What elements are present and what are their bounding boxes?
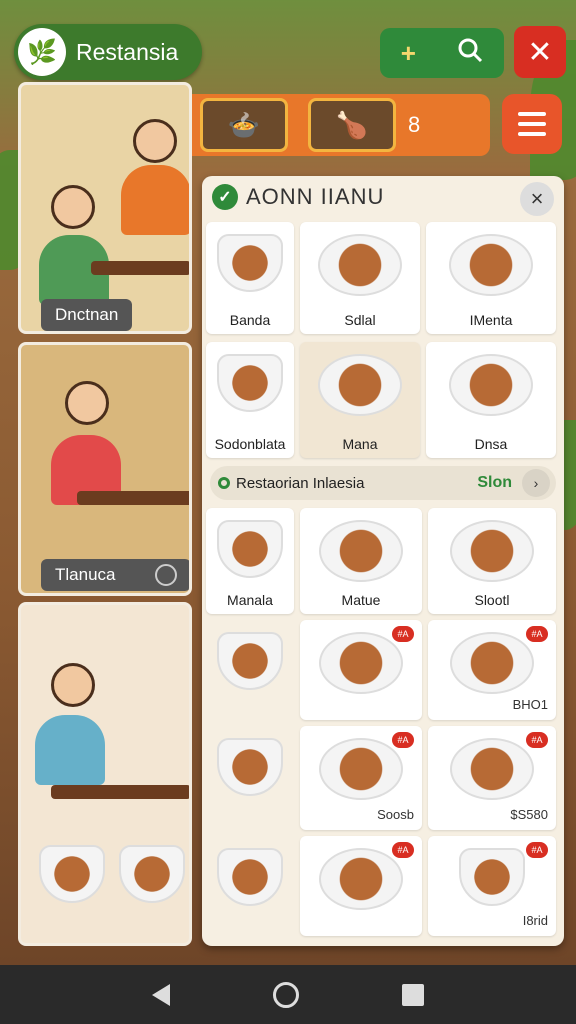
diner-figure xyxy=(35,715,105,785)
menu-item[interactable]: Manala xyxy=(206,508,294,614)
table xyxy=(91,261,189,275)
rice-bowl-icon xyxy=(217,848,283,906)
diner-head xyxy=(51,185,95,229)
restaurant-photo-1[interactable]: Dnctnan xyxy=(18,82,192,334)
rice-bowl-icon xyxy=(217,520,283,578)
fish-plate-icon xyxy=(450,632,534,694)
menu-item-label: Matue xyxy=(341,592,381,608)
clock-icon xyxy=(155,564,177,586)
menu-item-price: I8rid xyxy=(522,913,548,928)
promo-badge: #A xyxy=(526,842,548,858)
menu-item[interactable]: Banda xyxy=(206,222,294,334)
noodle-plate-icon xyxy=(318,354,402,416)
menu-item-label: Mana xyxy=(342,436,378,452)
promo-badge: #A xyxy=(392,626,414,642)
promo-badge: #A xyxy=(526,732,548,748)
sate-plate-icon xyxy=(319,632,403,694)
hamburger-icon[interactable] xyxy=(502,94,562,154)
menu-item-price: Soosb xyxy=(377,807,414,822)
section-header[interactable]: Restaorian Inlaesia Slon › xyxy=(210,466,556,500)
menu-item[interactable]: #A I8rid xyxy=(428,836,556,936)
menu-item-label: Sodonblata xyxy=(214,436,286,452)
fried-fish-icon xyxy=(449,234,533,296)
curry-plate-icon xyxy=(449,354,533,416)
menu-item[interactable]: #A BHO1 xyxy=(428,620,556,720)
menu-item-price: BHO1 xyxy=(512,697,548,712)
menu-item[interactable]: #A Soosb xyxy=(300,726,422,830)
photo-caption: Dnctnan xyxy=(41,299,133,331)
menu-item-label: Manala xyxy=(227,592,273,608)
home-icon[interactable] xyxy=(272,981,299,1008)
menu-item[interactable]: Matue xyxy=(300,508,422,614)
strip-thumb-2[interactable]: 🍗 xyxy=(308,98,396,152)
dish-strip: 🍲 🍗 8 xyxy=(166,94,490,156)
menu-item[interactable]: #A xyxy=(300,620,422,720)
menu-panel: ✓ AONN IIANU × Banda Sdlal IMenta Sodonb… xyxy=(202,176,564,946)
photo-caption-text: Tlanuca xyxy=(55,565,116,584)
strip-page-number: 8 xyxy=(408,112,421,137)
section-link[interactable]: Slon xyxy=(477,474,512,492)
menu-item-label: Banda xyxy=(229,312,271,328)
menu-item-price: $S580 xyxy=(510,807,548,822)
herb-logo-icon: 🌿 xyxy=(18,28,66,76)
table xyxy=(51,785,189,799)
close-x-icon[interactable]: ✕ xyxy=(514,26,566,78)
beef-plate-icon xyxy=(450,738,534,800)
rice-bowl-icon xyxy=(217,738,283,796)
diner-head xyxy=(51,663,95,707)
meatball-plate-icon xyxy=(319,848,403,910)
close-icon[interactable]: × xyxy=(520,182,554,216)
system-nav-bar xyxy=(0,965,576,1024)
check-icon: ✓ xyxy=(212,184,238,210)
menu-item[interactable]: IMenta xyxy=(426,222,556,334)
add-button[interactable]: + xyxy=(401,38,416,69)
radio-icon xyxy=(218,477,230,489)
menu-item[interactable]: #A $S580 xyxy=(428,726,556,830)
menu-item-label: Dnsa xyxy=(474,436,508,452)
recent-apps-icon[interactable] xyxy=(402,983,425,1006)
table xyxy=(77,491,189,505)
soup-bowl-icon xyxy=(119,845,185,903)
menu-item[interactable] xyxy=(206,836,294,936)
menu-item[interactable] xyxy=(206,726,294,830)
strip-thumb-1[interactable]: 🍲 xyxy=(200,98,288,152)
waiter-figure xyxy=(121,165,189,235)
grilled-meat-icon xyxy=(318,234,402,296)
menu-item-label: Slootl xyxy=(474,592,510,608)
menu-header: ✓ AONN IIANU xyxy=(212,184,384,210)
promo-badge: #A xyxy=(392,842,414,858)
search-icon[interactable] xyxy=(457,37,483,70)
menu-item[interactable]: #A xyxy=(300,836,422,936)
app-title: Restansia xyxy=(76,38,179,65)
grilled-meat-icon xyxy=(319,520,403,582)
menu-item-selected[interactable]: Mana xyxy=(300,342,420,458)
section-title: Restaorian Inlaesia xyxy=(236,474,365,492)
menu-item[interactable]: Slootl xyxy=(428,508,556,614)
menu-title: AONN IIANU xyxy=(246,184,385,209)
grilled-meat-icon xyxy=(319,738,403,800)
stew-plate-icon xyxy=(450,520,534,582)
restaurant-photo-3[interactable] xyxy=(18,602,192,946)
back-icon[interactable] xyxy=(151,983,170,1006)
menu-item-label: IMenta xyxy=(469,312,513,328)
menu-item[interactable]: Sdlal xyxy=(300,222,420,334)
soup-bowl-icon xyxy=(39,845,105,903)
photo-caption: Tlanuca xyxy=(41,559,189,591)
mixed-bowl-icon xyxy=(217,354,283,412)
soup-bowl-icon xyxy=(217,632,283,690)
app-brand[interactable]: 🌿 Restansia xyxy=(14,24,202,80)
promo-badge: #A xyxy=(392,732,414,748)
menu-item[interactable]: Sodonblata xyxy=(206,342,294,458)
noodle-bowl-icon xyxy=(459,848,525,906)
rice-bowl-icon xyxy=(217,234,283,292)
action-group: + xyxy=(380,28,504,78)
menu-item[interactable]: Dnsa xyxy=(426,342,556,458)
chevron-right-icon[interactable]: › xyxy=(522,469,550,497)
waiter-head xyxy=(133,119,177,163)
promo-badge: #A xyxy=(526,626,548,642)
diner-head xyxy=(65,381,109,425)
menu-item-label: Sdlal xyxy=(344,312,376,328)
restaurant-photo-2[interactable]: Tlanuca xyxy=(18,342,192,596)
menu-item[interactable] xyxy=(206,620,294,720)
